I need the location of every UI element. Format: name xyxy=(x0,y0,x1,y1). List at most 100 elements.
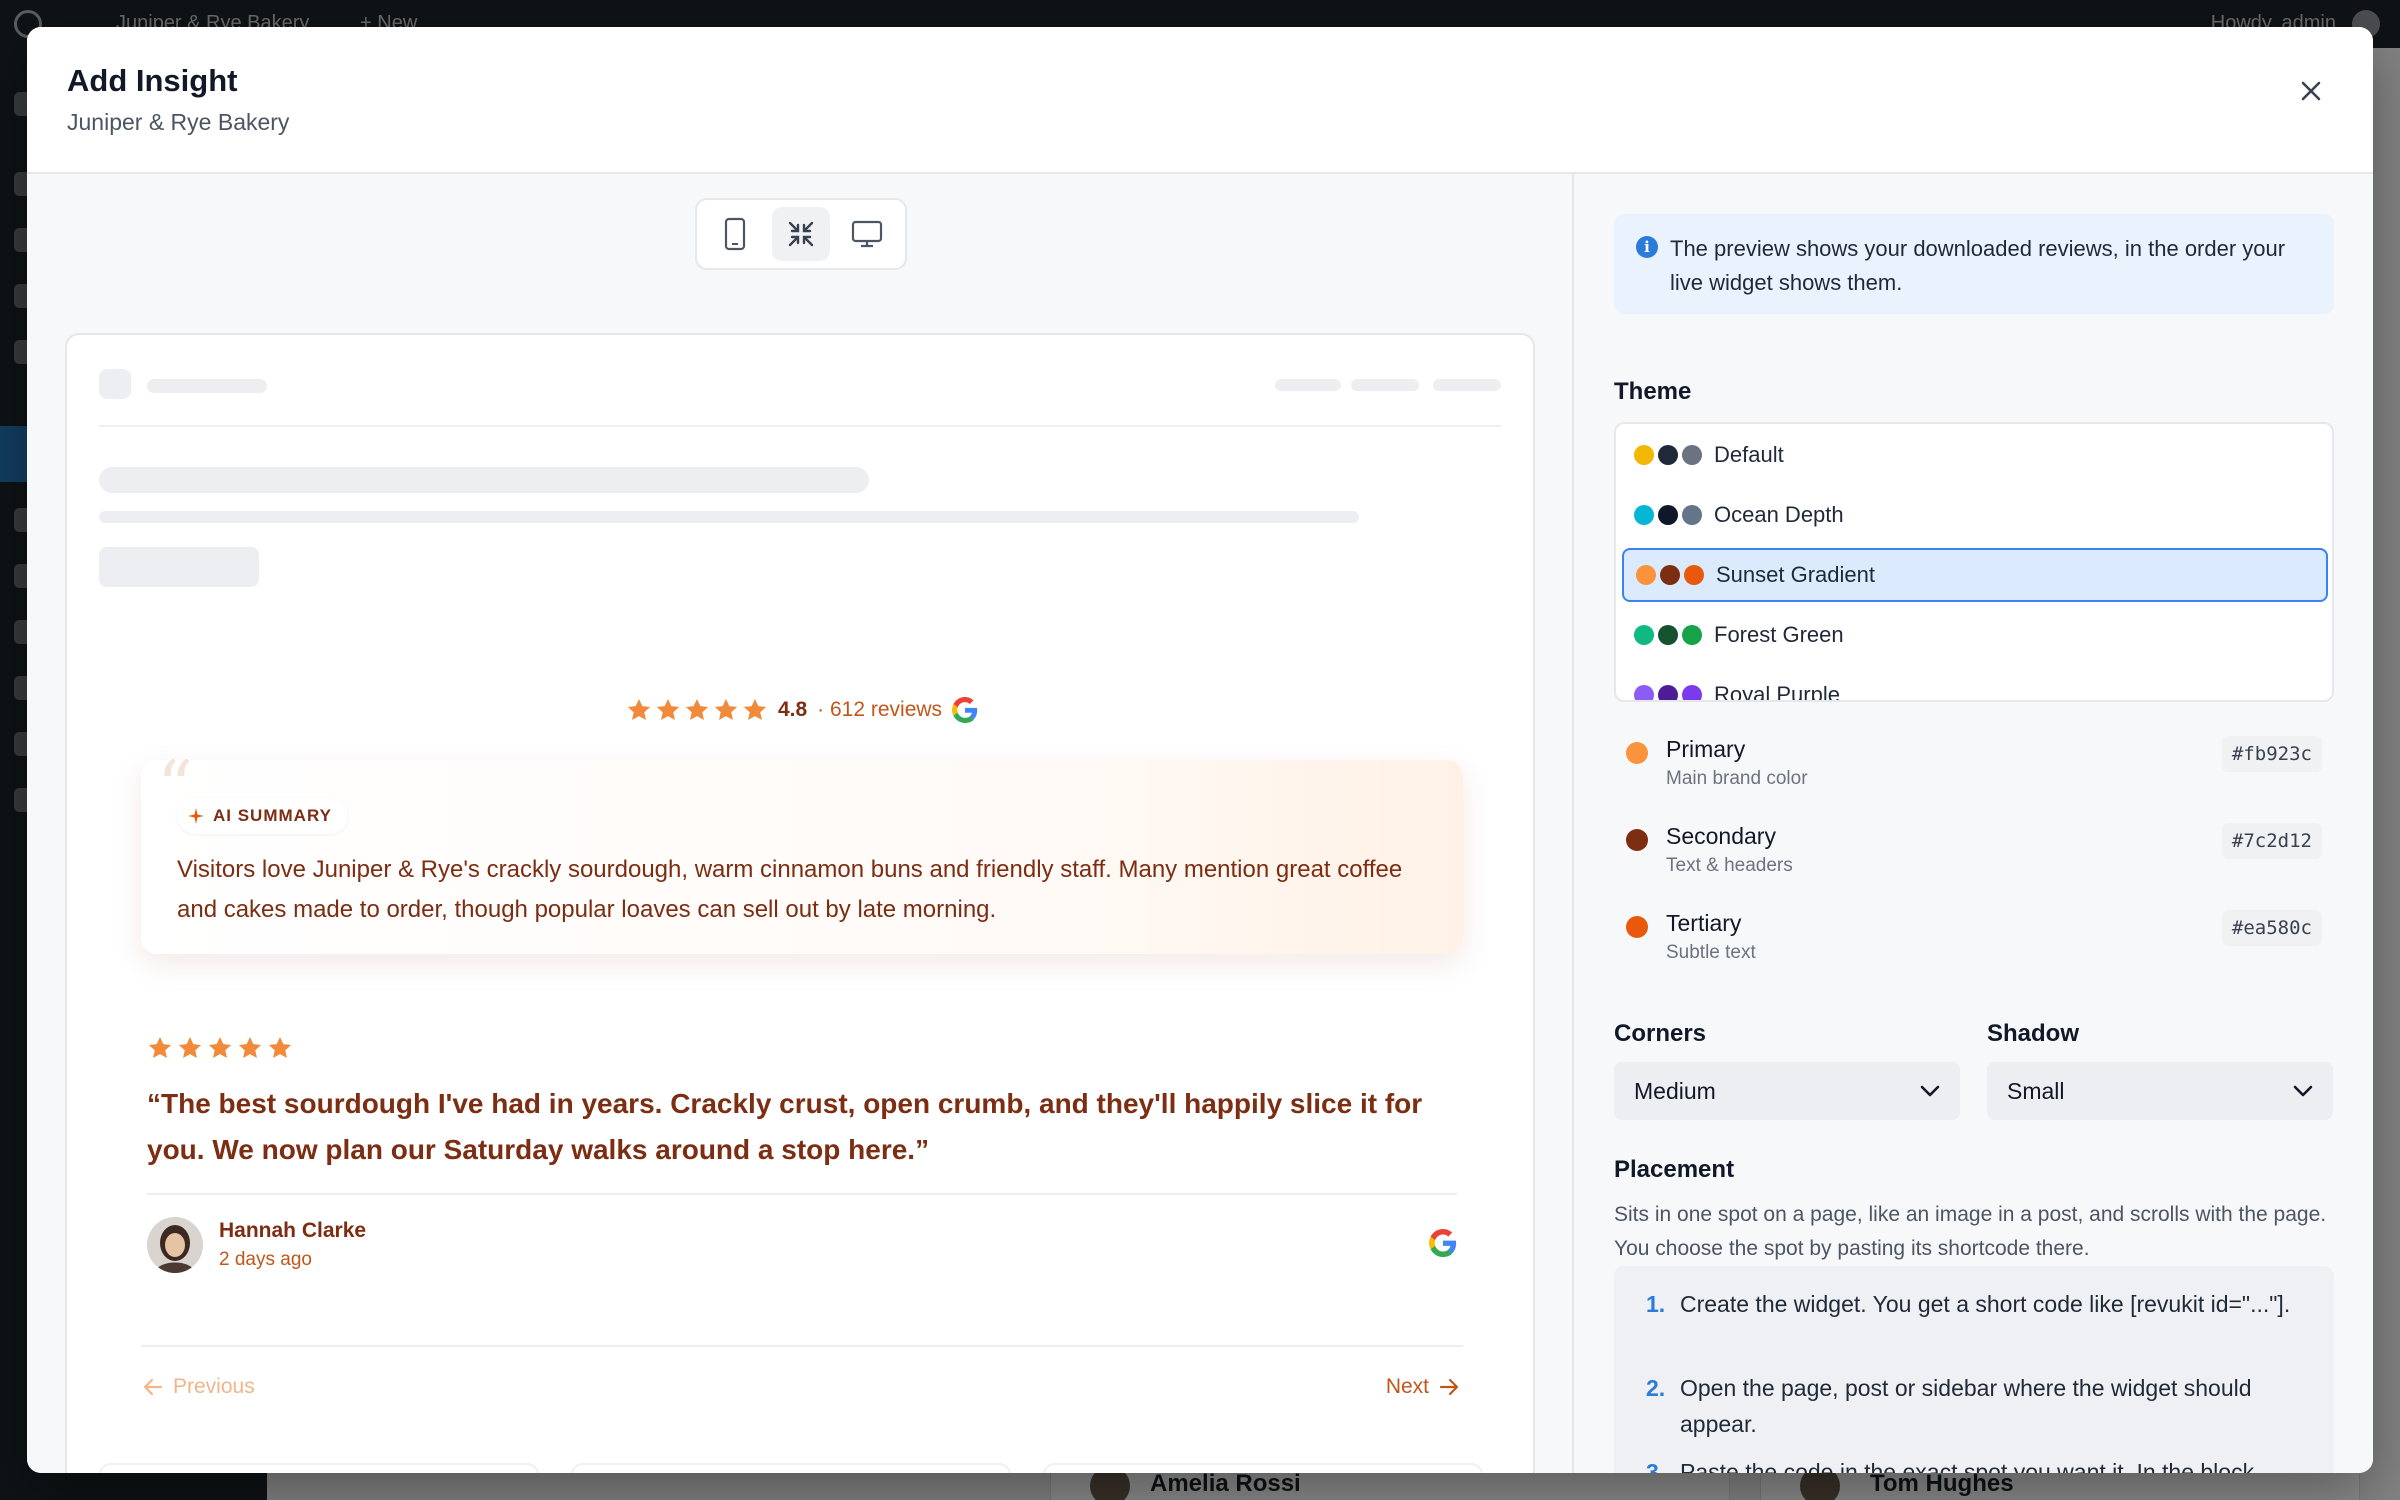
skeleton-divider xyxy=(99,425,1501,427)
color-name: Tertiary xyxy=(1666,910,1742,936)
theme-name: Ocean Depth xyxy=(1714,502,1844,527)
ai-summary-card: “ AI SUMMARY Visitors love Juniper & Rye… xyxy=(141,746,1463,954)
preview-info-text: The preview shows your downloaded review… xyxy=(1670,236,2286,295)
skeleton-nav-item xyxy=(1275,379,1341,391)
color-dot[interactable] xyxy=(1626,742,1648,764)
theme-list[interactable]: Default Ocean Depth Sunset Gradient Forest … xyxy=(1614,422,2334,702)
theme-option[interactable]: Ocean Depth xyxy=(1622,488,2328,542)
star-icon xyxy=(238,1036,262,1058)
step-number: 1. xyxy=(1646,1291,1666,1317)
widget-preview-frame: 4.8 · 612 reviews “ AI SUMMARY Visitors … xyxy=(65,333,1535,1473)
color-swatch xyxy=(1682,625,1702,645)
pager-divider xyxy=(141,1345,1463,1347)
modal-subtitle: Juniper & Rye Bakery xyxy=(67,109,290,135)
info-icon: i xyxy=(1636,236,1658,258)
next-button[interactable]: Next xyxy=(1386,1375,1459,1399)
mobile-view-button[interactable] xyxy=(706,207,764,261)
modal-header: Add Insight Juniper & Rye Bakery xyxy=(27,27,2373,174)
color-name: Primary xyxy=(1666,736,1746,762)
color-hex-value[interactable]: #fb923c xyxy=(2221,736,2322,772)
color-swatch xyxy=(1658,685,1678,700)
theme-swatches xyxy=(1634,685,1702,700)
placement-step: 2. Open the page, post or sidebar where … xyxy=(1646,1370,2306,1442)
color-swatch xyxy=(1682,445,1702,465)
rating-summary: 4.8 · 612 reviews xyxy=(67,690,1533,730)
theme-option[interactable]: Sunset Gradient xyxy=(1622,548,2328,602)
shadow-select[interactable]: Small xyxy=(1987,1062,2333,1120)
placement-description: Sits in one spot on a page, like an imag… xyxy=(1614,1203,2327,1260)
skeleton-heading xyxy=(99,467,869,493)
ai-summary-badge-label: AI SUMMARY xyxy=(213,806,332,825)
skeleton-review-card xyxy=(99,1463,539,1473)
placement-steps: 1. Create the widget. You get a short co… xyxy=(1614,1266,2334,1473)
skeleton-button xyxy=(99,547,259,587)
color-description: Subtle text xyxy=(1666,942,1756,963)
color-swatch xyxy=(1658,505,1678,525)
review-quote: “The best sourdough I've had in years. C… xyxy=(147,1088,1423,1165)
color-setting-primary[interactable]: Primary Main brand color #fb923c xyxy=(1614,734,2334,798)
star-icon xyxy=(685,698,709,720)
step-text: Create the widget. You get a short code … xyxy=(1680,1291,2291,1317)
previous-label: Previous xyxy=(173,1375,255,1398)
theme-option[interactable]: Default xyxy=(1622,428,2328,482)
theme-name: Royal Purple xyxy=(1714,682,1840,702)
placement-label: Placement xyxy=(1614,1156,1735,1183)
compact-icon xyxy=(788,221,814,247)
corners-select[interactable]: Medium xyxy=(1614,1062,1960,1120)
arrow-right-icon xyxy=(1439,1378,1459,1396)
theme-name: Sunset Gradient xyxy=(1716,562,1875,587)
skeleton-nav-item xyxy=(1351,379,1419,391)
previous-button[interactable]: Previous xyxy=(143,1375,255,1399)
device-toggle xyxy=(695,198,907,270)
color-setting-secondary[interactable]: Secondary Text & headers #7c2d12 xyxy=(1614,821,2334,885)
skeleton-review-card xyxy=(1043,1463,1483,1473)
review-count: · 612 reviews xyxy=(817,698,943,721)
corners-label: Corners xyxy=(1614,1020,1707,1047)
color-hex-value[interactable]: #7c2d12 xyxy=(2221,823,2322,859)
color-swatch xyxy=(1682,505,1702,525)
color-hex-value[interactable]: #ea580c xyxy=(2221,910,2322,946)
ai-summary-text: Visitors love Juniper & Rye's crackly so… xyxy=(177,856,1403,923)
close-button[interactable] xyxy=(2289,69,2333,113)
theme-swatches xyxy=(1634,625,1702,645)
preview-info-box: i The preview shows your downloaded revi… xyxy=(1614,214,2334,314)
rating-value: 4.8 xyxy=(777,698,808,721)
star-icon xyxy=(743,698,767,720)
color-dot[interactable] xyxy=(1626,829,1648,851)
theme-name: Forest Green xyxy=(1714,622,1844,647)
review-date: 2 days ago xyxy=(219,1249,312,1270)
theme-option[interactable]: Royal Purple xyxy=(1622,668,2328,702)
color-swatch xyxy=(1636,565,1656,585)
skeleton-site-title xyxy=(147,379,267,393)
color-swatch xyxy=(1660,565,1680,585)
compact-view-button[interactable] xyxy=(772,207,830,261)
preview-pane: 4.8 · 612 reviews “ AI SUMMARY Visitors … xyxy=(27,174,1572,1473)
star-icon xyxy=(714,698,738,720)
theme-name: Default xyxy=(1714,442,1784,467)
modal-title: Add Insight xyxy=(67,63,238,98)
rating-stars xyxy=(626,697,768,723)
review-divider xyxy=(147,1193,1457,1195)
theme-swatches xyxy=(1636,565,1704,585)
skeleton-review-card xyxy=(571,1463,1011,1473)
skeleton-text xyxy=(99,511,1359,523)
theme-option[interactable]: Forest Green xyxy=(1622,608,2328,662)
star-icon xyxy=(208,1036,232,1058)
desktop-view-button[interactable] xyxy=(838,207,896,261)
color-swatch xyxy=(1682,685,1702,700)
mobile-icon xyxy=(724,217,746,251)
color-description: Main brand color xyxy=(1666,768,1808,789)
reviewer-name: Hannah Clarke xyxy=(219,1219,367,1242)
next-label: Next xyxy=(1385,1375,1429,1398)
step-text: Open the page, post or sidebar where the… xyxy=(1680,1375,2252,1437)
color-description: Text & headers xyxy=(1666,855,1793,876)
shadow-label: Shadow xyxy=(1987,1020,2080,1047)
color-setting-tertiary[interactable]: Tertiary Subtle text #ea580c xyxy=(1614,908,2334,972)
review-source xyxy=(1429,1229,1457,1262)
step-number: 2. xyxy=(1646,1375,1666,1401)
google-icon xyxy=(1429,1229,1457,1257)
color-dot[interactable] xyxy=(1626,916,1648,938)
step-number: 3. xyxy=(1646,1459,1666,1473)
skeleton-logo xyxy=(99,369,131,399)
color-swatch xyxy=(1634,625,1654,645)
